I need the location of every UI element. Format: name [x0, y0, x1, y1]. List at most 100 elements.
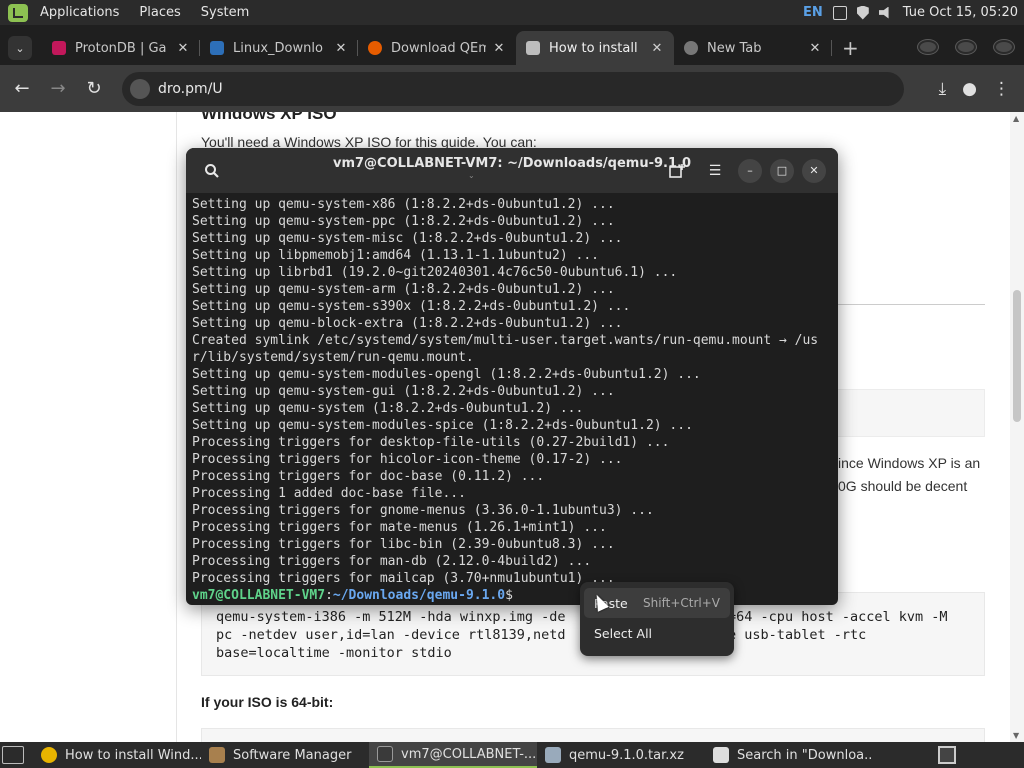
bottom-taskbar: How to install Wind... Software Manager …	[0, 742, 1024, 768]
back-button[interactable]: ←	[4, 78, 40, 99]
page-heading: Windows XP ISO	[201, 112, 337, 123]
menu-item-accelerator: Shift+Ctrl+V	[643, 596, 720, 610]
protondb-favicon-icon	[52, 41, 66, 55]
tab-download-qemu[interactable]: Download QEm ✕	[358, 31, 516, 65]
taskbar-item-software-manager[interactable]: Software Manager	[201, 742, 369, 768]
note-box	[836, 389, 985, 437]
tab-how-to-install[interactable]: How to install ✕	[516, 31, 674, 65]
tab-title: ProtonDB | Ga	[75, 40, 167, 56]
terminal-line: Setting up qemu-system-s390x (1:8.2.2+ds…	[192, 299, 631, 314]
terminal-line: Setting up qemu-system-ppc (1:8.2.2+ds-0…	[192, 214, 615, 229]
terminal-output[interactable]: Setting up qemu-system-x86 (1:8.2.2+ds-0…	[186, 193, 838, 605]
tab-close-icon[interactable]: ✕	[650, 41, 664, 56]
browser-tab-bar: ⌄ ProtonDB | Ga ✕ Linux_Downlo ✕ Downloa…	[0, 25, 1024, 65]
taskbar-item-label: How to install Wind...	[65, 747, 201, 763]
terminal-line: Processing triggers for man-db (2.12.0-4…	[192, 554, 592, 569]
site-favicon-icon	[526, 41, 540, 55]
menu-item-select-all[interactable]: Select All	[584, 618, 730, 648]
tab-title: How to install	[549, 40, 638, 56]
workspace-switcher[interactable]	[938, 746, 956, 764]
update-shield-icon[interactable]	[856, 5, 869, 20]
terminal-window[interactable]: vm7@COLLABNET-VM7: ~/Downloads/qemu-9.1.…	[186, 148, 838, 605]
reload-button[interactable]: ↻	[76, 78, 112, 99]
terminal-line: Setting up librbd1 (19.2.0~git20240301.4…	[192, 265, 678, 280]
terminal-line: r/lib/systemd/system/run-qemu.mount.	[192, 350, 474, 365]
paragraph-fragment: ince Windows XP is an	[838, 455, 981, 471]
title-menu-chevron-icon[interactable]: ⌄	[468, 171, 475, 180]
tab-protondb[interactable]: ProtonDB | Ga ✕	[42, 31, 200, 65]
site-info-icon[interactable]	[130, 78, 150, 99]
terminal-headerbar[interactable]: vm7@COLLABNET-VM7: ~/Downloads/qemu-9.1.…	[186, 148, 838, 193]
browser-toolbar: ← → ↻ dro.pm/U ⤓ ● ⋮	[0, 65, 1024, 112]
prompt-path: ~/Downloads/qemu-9.1.0	[332, 588, 506, 603]
tab-close-icon[interactable]: ✕	[808, 41, 822, 56]
terminal-context-menu: Paste Shift+Ctrl+V Select All	[580, 582, 734, 656]
sidebar-divider	[176, 112, 177, 742]
keyboard-layout-indicator[interactable]: EN	[803, 5, 823, 20]
terminal-line: Setting up qemu-system-misc (1:8.2.2+ds-…	[192, 231, 623, 246]
new-tab-button[interactable]: +	[832, 31, 869, 65]
menu-places[interactable]: Places	[129, 0, 190, 25]
tab-title: Download QEm	[391, 40, 486, 56]
terminal-line: Processing triggers for desktop-file-uti…	[192, 435, 670, 450]
mint-menu-icon[interactable]	[8, 3, 28, 22]
menu-item-label: Select All	[594, 625, 653, 641]
address-text: dro.pm/U	[158, 80, 223, 97]
scroll-up-icon[interactable]: ▲	[1013, 114, 1019, 123]
terminal-line: Processing triggers for mailcap (3.70+nm…	[192, 571, 615, 586]
prompt-separator: :	[325, 588, 333, 603]
close-window-icon[interactable]	[994, 40, 1014, 54]
taskbar-item-label: qemu-9.1.0.tar.xz	[569, 747, 684, 763]
download-icon[interactable]: ⤓	[939, 79, 947, 99]
menu-applications[interactable]: Applications	[30, 0, 129, 25]
page-scrollbar[interactable]: ▲ ▼	[1010, 112, 1024, 742]
clock[interactable]: Tue Oct 15, 05:20	[903, 5, 1018, 20]
taskbar-item-label: Software Manager	[233, 747, 352, 763]
subheading: If your ISO is 64-bit:	[201, 694, 334, 710]
scrollbar-thumb[interactable]	[1013, 290, 1021, 422]
terminal-line: Setting up qemu-system-modules-opengl (1…	[192, 367, 701, 382]
menu-system[interactable]: System	[191, 0, 259, 25]
tab-search-button[interactable]: ⌄	[8, 36, 32, 60]
taskbar-item-label: vm7@COLLABNET-...	[401, 746, 537, 762]
terminal-line: Processing triggers for mate-menus (1.26…	[192, 520, 607, 535]
tab-close-icon[interactable]: ✕	[334, 41, 348, 56]
prompt-user: vm7@COLLABNET-VM7	[192, 588, 326, 603]
terminal-line: Setting up qemu-system-x86 (1:8.2.2+ds-0…	[192, 197, 615, 212]
terminal-line: Created symlink /etc/systemd/system/mult…	[192, 333, 819, 348]
terminal-line: Processing 1 added doc-base file...	[192, 486, 466, 501]
tab-linux-download[interactable]: Linux_Downlo ✕	[200, 31, 358, 65]
tab-close-icon[interactable]: ✕	[492, 41, 506, 56]
profile-icon[interactable]: ●	[962, 79, 977, 99]
show-desktop-icon[interactable]	[2, 746, 24, 764]
terminal-line: Setting up qemu-system-modules-spice (1:…	[192, 418, 693, 433]
archive-icon	[545, 747, 561, 763]
code-block	[201, 728, 985, 742]
minimize-window-icon[interactable]	[918, 40, 938, 54]
tab-new-tab[interactable]: New Tab ✕	[674, 31, 832, 65]
network-icon[interactable]	[832, 5, 847, 20]
terminal-prompt[interactable]: vm7@COLLABNET-VM7:~/Downloads/qemu-9.1.0…	[192, 587, 832, 604]
tab-separator	[831, 40, 832, 56]
terminal-line: Setting up qemu-system-arm (1:8.2.2+ds-0…	[192, 282, 615, 297]
chrome-icon	[41, 747, 57, 763]
tab-title: New Tab	[707, 40, 762, 56]
taskbar-item-label: Search in "Downloa...	[737, 747, 873, 763]
forward-button[interactable]: →	[40, 78, 76, 99]
paragraph-fragment: 0G should be decent	[838, 478, 968, 494]
terminal-line: Setting up qemu-system-gui (1:8.2.2+ds-0…	[192, 384, 615, 399]
tab-close-icon[interactable]: ✕	[176, 41, 190, 56]
taskbar-item-browser[interactable]: How to install Wind...	[33, 742, 201, 768]
taskbar-item-search[interactable]: Search in "Downloa...	[705, 742, 873, 768]
taskbar-item-archive[interactable]: qemu-9.1.0.tar.xz	[537, 742, 705, 768]
terminal-line: Setting up qemu-block-extra (1:8.2.2+ds-…	[192, 316, 623, 331]
address-bar[interactable]: dro.pm/U	[122, 71, 904, 106]
terminal-icon	[377, 746, 393, 762]
tab-title: Linux_Downlo	[233, 40, 323, 56]
prompt-symbol: $	[505, 588, 513, 603]
volume-icon[interactable]	[878, 6, 889, 19]
taskbar-item-terminal[interactable]: vm7@COLLABNET-...	[369, 742, 537, 768]
kebab-menu-icon[interactable]: ⋮	[993, 79, 1010, 99]
scroll-down-icon[interactable]: ▼	[1013, 731, 1019, 740]
maximize-window-icon[interactable]	[956, 40, 976, 54]
